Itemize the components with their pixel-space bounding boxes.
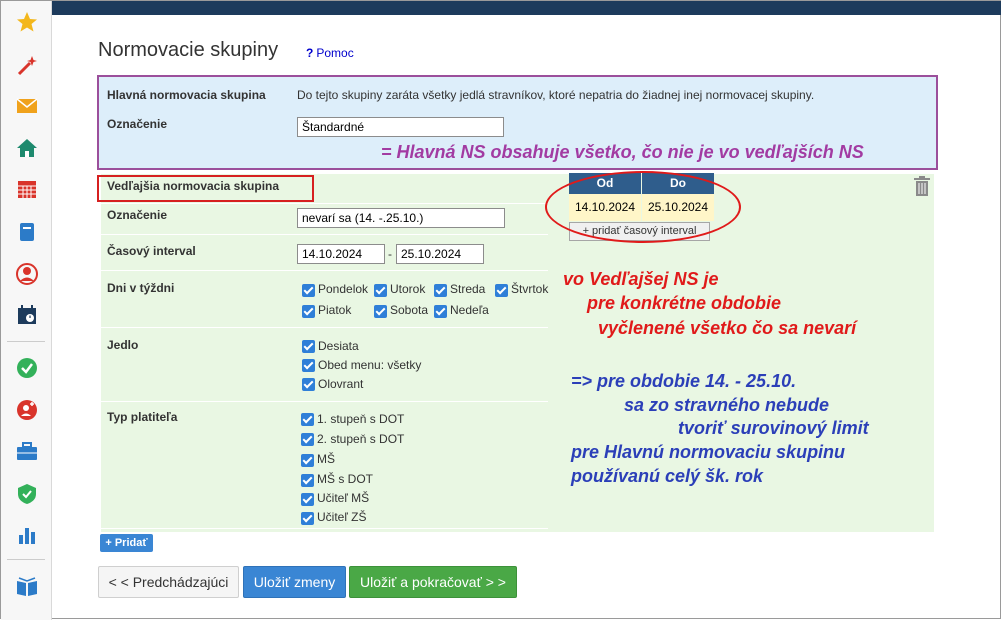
book-icon[interactable] xyxy=(15,220,39,244)
row-divider xyxy=(101,528,548,529)
interval-separator: - xyxy=(388,247,392,261)
help-icon: ? xyxy=(306,46,314,60)
main-designation-label: Označenie xyxy=(107,117,168,131)
weekday-friday-label: Piatok xyxy=(318,303,352,317)
payer-label: Učiteľ MŠ xyxy=(317,491,370,505)
weekday-tuesday-label: Utorok xyxy=(390,282,426,296)
help-label: Pomoc xyxy=(316,46,354,60)
annotation-red-line: pre konkrétne obdobie xyxy=(587,293,782,313)
weekday-wednesday-checkbox[interactable] xyxy=(434,284,447,297)
side-designation-input[interactable] xyxy=(297,208,505,228)
payer-label: 1. stupeň s DOT xyxy=(317,412,405,426)
weekday-wednesday-label: Streda xyxy=(450,282,486,296)
meal-label: Desiata xyxy=(318,339,359,353)
check-circle-icon[interactable] xyxy=(15,356,39,380)
meal-checkbox[interactable] xyxy=(302,359,315,372)
add-user-icon[interactable] xyxy=(15,398,39,422)
payer-label: MŠ xyxy=(317,452,335,466)
weekday-saturday-label: Sobota xyxy=(390,303,429,317)
open-book-icon[interactable] xyxy=(15,575,39,599)
weekday-monday-label: Pondelok xyxy=(318,282,369,296)
payer-label: Učiteľ ZŠ xyxy=(317,510,367,524)
main-group-annotation: = Hlavná NS obsahuje všetko, čo nie je v… xyxy=(381,142,864,162)
annotation-red-line: vo Vedľajšej NS je xyxy=(563,269,719,289)
payer-checkbox[interactable] xyxy=(301,433,314,446)
row-divider xyxy=(101,270,548,271)
weekday-thursday-checkbox[interactable] xyxy=(495,284,508,297)
add-group-button[interactable]: + Pridať xyxy=(100,534,153,552)
save-continue-button[interactable]: Uložiť a pokračovať > > xyxy=(349,566,517,598)
meal-checkbox[interactable] xyxy=(302,340,315,353)
home-icon[interactable] xyxy=(15,136,39,160)
weekday-tuesday-checkbox[interactable] xyxy=(374,284,387,297)
payer-checkbox[interactable] xyxy=(301,454,314,467)
row-divider xyxy=(101,203,548,204)
calendar-icon[interactable] xyxy=(15,177,39,201)
schedule-icon[interactable] xyxy=(15,303,39,327)
row-divider xyxy=(101,327,548,328)
meals-label: Jedlo xyxy=(107,338,139,352)
meal-label: Obed menu: všetky xyxy=(318,358,422,372)
payer-type-label: Typ platiteľa xyxy=(107,410,178,424)
magic-wand-icon[interactable] xyxy=(15,53,39,77)
weekday-thursday-label: Štvrtok xyxy=(511,282,549,296)
payer-checkbox[interactable] xyxy=(301,493,314,506)
payer-checkbox[interactable] xyxy=(301,413,314,426)
weekday-monday-checkbox[interactable] xyxy=(302,284,315,297)
side-designation-label: Označenie xyxy=(107,208,168,222)
sidebar xyxy=(1,1,52,620)
main-group-description: Do tejto skupiny zaráta všetky jedlá str… xyxy=(297,88,815,102)
weekdays-label: Dni v týždni xyxy=(107,281,175,295)
save-button[interactable]: Uložiť zmeny xyxy=(243,566,346,598)
briefcase-icon[interactable] xyxy=(15,440,39,464)
row-divider xyxy=(101,234,548,235)
payer-label: MŠ s DOT xyxy=(317,472,373,486)
payer-label: 2. stupeň s DOT xyxy=(317,432,405,446)
annotation-blue-line: => pre obdobie 14. - 25.10. xyxy=(571,371,797,391)
envelope-icon[interactable] xyxy=(15,94,39,118)
annotation-blue-line: používanú celý šk. rok xyxy=(571,466,764,486)
payer-checkbox[interactable] xyxy=(301,512,314,525)
weekday-saturday-checkbox[interactable] xyxy=(374,305,387,318)
interval-to-input[interactable] xyxy=(396,244,484,264)
help-link[interactable]: ? Pomoc xyxy=(306,46,354,60)
previous-button[interactable]: < < Predchádzajúci xyxy=(98,566,239,598)
top-bar xyxy=(52,1,1001,15)
weekday-sunday-checkbox[interactable] xyxy=(434,305,447,318)
annotation-blue-line: sa zo stravného nebude xyxy=(624,395,830,415)
interval-from-input[interactable] xyxy=(297,244,385,264)
weekday-sunday-label: Nedeľa xyxy=(450,303,489,317)
bar-chart-icon[interactable] xyxy=(15,523,39,547)
side-group-panel xyxy=(101,174,934,532)
sidebar-divider xyxy=(7,341,45,342)
annotation-blue-line: pre Hlavnú normovaciu skupinu xyxy=(571,442,846,462)
interval-highlight-ellipse xyxy=(545,171,741,243)
weekday-friday-checkbox[interactable] xyxy=(302,305,315,318)
side-group-title: Vedľajšia normovacia skupina xyxy=(107,179,280,193)
row-divider xyxy=(101,401,548,402)
page-title: Normovacie skupiny xyxy=(98,39,279,61)
payer-checkbox[interactable] xyxy=(301,474,314,487)
annotation-red-line: vyčlenené všetko čo sa nevarí xyxy=(598,318,857,338)
meal-label: Olovrant xyxy=(318,377,364,391)
trash-icon[interactable] xyxy=(913,176,931,196)
main-group-title: Hlavná normovacia skupina xyxy=(107,88,266,102)
star-icon[interactable] xyxy=(15,10,39,34)
meal-checkbox[interactable] xyxy=(302,378,315,391)
shield-check-icon[interactable] xyxy=(15,482,39,506)
sidebar-divider xyxy=(7,559,45,560)
main-designation-input[interactable] xyxy=(297,117,504,137)
interval-label: Časový interval xyxy=(107,244,196,258)
user-icon[interactable] xyxy=(15,262,39,286)
annotation-blue-line: tvoriť surovinový limit xyxy=(678,418,869,438)
